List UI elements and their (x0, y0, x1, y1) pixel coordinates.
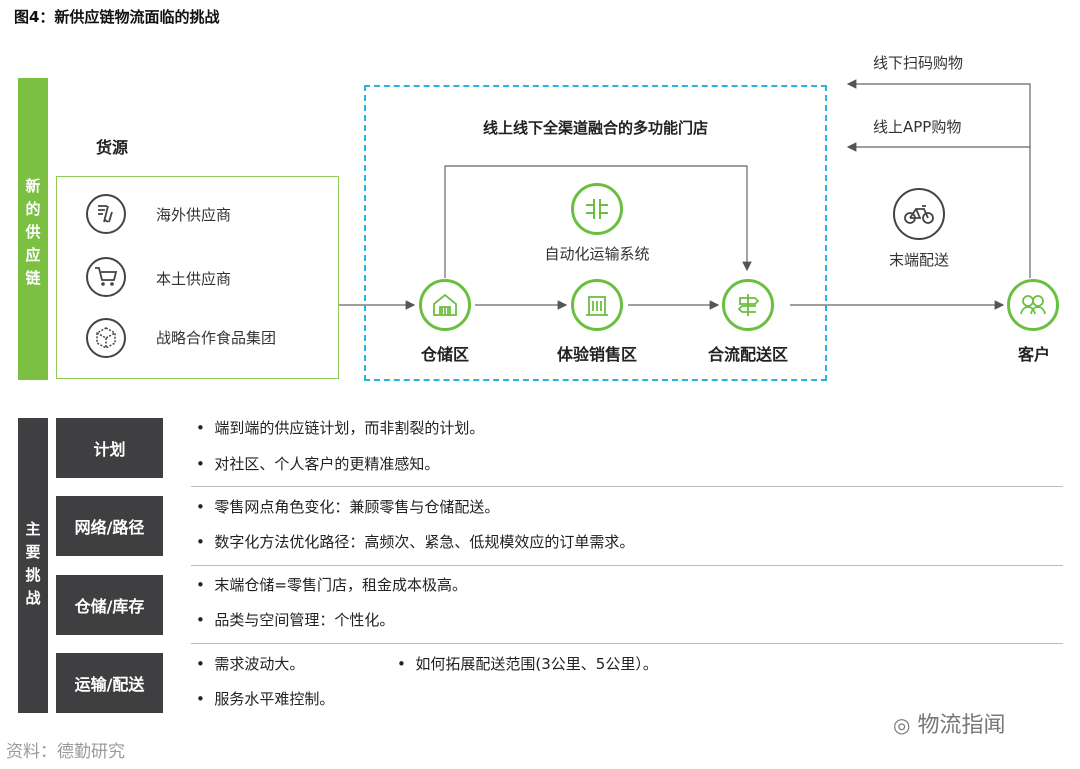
wechat-icon: ◎ (893, 713, 911, 737)
automation-system-icon (571, 183, 623, 235)
watermark-text: 物流指闻 (917, 713, 1006, 738)
supply-chain-side-bar: 新 的 供 应 链 (18, 78, 48, 380)
challenge-bullet: • 对社区、个人客户的更精准感知。 (196, 455, 440, 473)
challenge-bullet: • 服务水平难控制。 (196, 690, 335, 708)
automation-label: 自动化运输系统 (544, 245, 650, 263)
row-divider (191, 565, 1063, 566)
row-divider (191, 486, 1063, 487)
signpost-icon (722, 279, 774, 331)
challenge-bullet: • 如何拓展配送范围(3公里、5公里）。 (397, 655, 658, 673)
category-warehousing: 仓储/库存 (56, 575, 163, 635)
side-char: 新 (25, 177, 41, 195)
side-char: 主 (25, 520, 41, 538)
distribution-area-label: 合流配送区 (707, 345, 788, 364)
side-char: 战 (25, 589, 41, 607)
challenge-bullet: • 需求波动大。 (196, 655, 305, 673)
side-char: 要 (25, 543, 41, 561)
package-box-icon (86, 318, 126, 358)
customer-people-icon (1007, 279, 1059, 331)
category-transport: 运输/配送 (56, 653, 163, 713)
challenge-bullet: • 零售网点角色变化：兼顾零售与仓储配送。 (196, 498, 500, 516)
challenge-bullet: • 数字化方法优化路径：高频次、紧急、低规模效应的订单需求。 (196, 533, 635, 551)
shopping-cart-icon (86, 257, 126, 297)
side-char: 链 (25, 269, 41, 287)
challenge-bullet: • 端到端的供应链计划，而非割裂的计划。 (196, 419, 485, 437)
side-char: 挑 (25, 566, 41, 584)
bicycle-icon (893, 188, 945, 240)
source-footer: 资料：德勤研究 (6, 742, 125, 762)
challenge-bullet: • 品类与空间管理：个性化。 (196, 611, 395, 629)
category-network: 网络/路径 (56, 496, 163, 556)
last-mile-label: 末端配送 (888, 251, 949, 269)
watermark: ◎ 物流指闻 (893, 707, 1005, 739)
experience-area-label: 体验销售区 (556, 345, 637, 364)
category-planning: 计划 (56, 418, 163, 478)
row-divider (191, 643, 1063, 644)
source-label: 本土供应商 (156, 270, 232, 288)
challenges-side-bar: 主 要 挑 战 (18, 418, 48, 713)
warehouse-icon (419, 279, 471, 331)
store-title: 线上线下全渠道融合的多功能门店 (482, 119, 708, 137)
side-char: 的 (25, 200, 41, 218)
side-char: 应 (25, 246, 41, 264)
warehouse-label: 仓储区 (420, 345, 469, 364)
sources-title: 货源 (96, 138, 129, 157)
overseas-supplier-icon (86, 194, 126, 234)
source-label: 海外供应商 (156, 206, 232, 224)
store-building-icon (571, 279, 623, 331)
source-label: 战略合作食品集团 (156, 329, 277, 347)
customer-label: 客户 (1017, 345, 1050, 364)
online-shopping-label: 线上APP购物 (873, 118, 962, 136)
offline-shopping-label: 线下扫码购物 (873, 54, 964, 72)
challenge-bullet: • 末端仓储=零售门店，租金成本极高。 (196, 576, 467, 594)
side-char: 供 (25, 223, 41, 241)
